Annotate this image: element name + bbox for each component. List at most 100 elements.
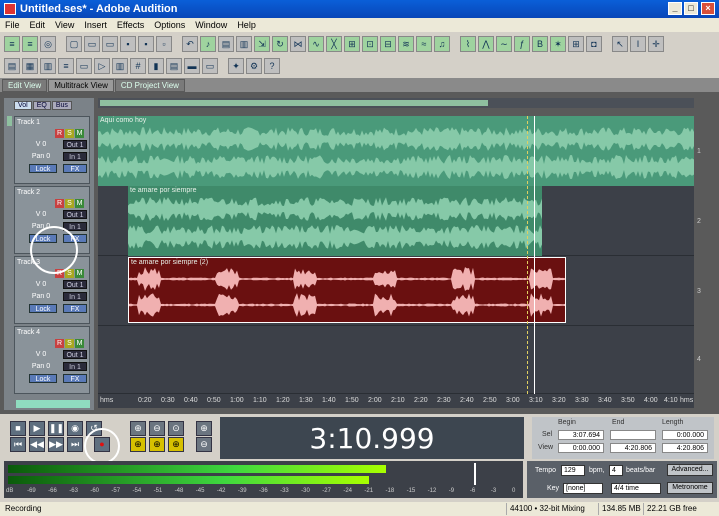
menu-edit[interactable]: Edit (25, 20, 51, 30)
effects-icon[interactable]: ✦ (228, 58, 244, 74)
play-list-icon[interactable]: ▷ (94, 58, 110, 74)
group-icon[interactable]: ⊟ (380, 36, 396, 52)
fx-button[interactable]: FX (63, 304, 87, 313)
pause-button[interactable]: ❚❚ (48, 421, 64, 436)
playhead[interactable] (534, 116, 535, 394)
volume-control[interactable]: V 0 (29, 350, 53, 359)
track-scroll-indicator[interactable] (16, 400, 90, 408)
output-select[interactable]: Out 1 (63, 140, 87, 149)
reverb-icon[interactable]: ≈ (416, 36, 432, 52)
open-folder-icon[interactable]: ▭ (84, 36, 100, 52)
track-header-4[interactable]: Track 4 RSM V 0 Out 1 Pan 0 In 1 Lock FX (14, 326, 90, 394)
help-icon[interactable]: ? (264, 58, 280, 74)
fx-button[interactable]: FX (63, 374, 87, 383)
pitch-icon[interactable]: ♫ (434, 36, 450, 52)
pan-control[interactable]: Pan 0 (29, 362, 53, 371)
grid-icon[interactable]: ⊞ (568, 36, 584, 52)
menu-options[interactable]: Options (149, 20, 190, 30)
zoom-out-horizontal-icon[interactable]: ⊖ (149, 421, 165, 436)
sel-begin-field[interactable]: 3:07.694 (558, 430, 604, 440)
save-all-icon[interactable]: ▪ (138, 36, 154, 52)
save-icon[interactable]: ▪ (120, 36, 136, 52)
minimize-button[interactable]: _ (668, 2, 682, 15)
track-lane-4[interactable] (98, 326, 694, 394)
mute-button[interactable]: M (75, 269, 84, 278)
beats-input[interactable]: 4 (609, 465, 623, 476)
time-ruler[interactable]: hms 0:20 0:30 0:40 0:50 1:00 1:10 1:20 1… (98, 394, 694, 408)
play-button[interactable]: ▶ (29, 421, 45, 436)
crossfade-icon[interactable]: ╳ (326, 36, 342, 52)
audio-clip-1[interactable]: Aqui como hoy (98, 116, 694, 186)
effects-rack-icon[interactable]: ⊞ (344, 36, 360, 52)
time-signature-select[interactable]: 4/4 time (611, 483, 661, 494)
volume-control[interactable]: V 0 (29, 280, 53, 289)
zoom-full-icon[interactable]: ⊙ (168, 421, 184, 436)
menu-insert[interactable]: Insert (79, 20, 112, 30)
move-tool-icon[interactable]: ✛ (648, 36, 664, 52)
zoom-right-icon[interactable]: ⊕ (149, 437, 165, 452)
menu-window[interactable]: Window (190, 20, 232, 30)
lock-button[interactable]: Lock (29, 304, 57, 313)
envelope-icon[interactable]: ∿ (308, 36, 324, 52)
calendar-icon[interactable]: ▦ (22, 58, 38, 74)
zoom-left-icon[interactable]: ⊕ (130, 437, 146, 452)
mute-button[interactable]: M (75, 129, 84, 138)
fast-forward-button[interactable]: ▶▶ (48, 437, 64, 452)
audio-clip-3-selected[interactable]: te amare por siempre (2) (128, 257, 566, 323)
play-from-cursor-button[interactable]: ◉ (67, 421, 83, 436)
time-icon[interactable]: ▭ (202, 58, 218, 74)
output-select[interactable]: Out 1 (63, 350, 87, 359)
input-select[interactable]: In 1 (63, 362, 87, 371)
menu-file[interactable]: File (0, 20, 25, 30)
rewind-button[interactable]: ◀◀ (29, 437, 45, 452)
columns-icon[interactable]: ▥ (40, 58, 56, 74)
noise-icon[interactable]: ✶ (550, 36, 566, 52)
tab-cd-project-view[interactable]: CD Project View (114, 79, 185, 92)
filter-icon[interactable]: ⌇ (460, 36, 476, 52)
lock-button[interactable]: Lock (29, 164, 57, 173)
sel-end-field[interactable] (610, 430, 656, 440)
insert-video-icon[interactable]: ▥ (236, 36, 252, 52)
view-length-field[interactable]: 4:20.806 (662, 443, 708, 453)
output-select[interactable]: Out 1 (63, 210, 87, 219)
tempo-input[interactable]: 129 (561, 465, 585, 476)
track-lanes[interactable]: Aqui como hoy te amare por siempre te am… (98, 116, 694, 394)
output-select[interactable]: Out 1 (63, 280, 87, 289)
subtab-vol[interactable]: Vol (14, 101, 32, 110)
loop-icon[interactable]: ↻ (272, 36, 288, 52)
subtab-bus[interactable]: Bus (51, 101, 72, 110)
menu-view[interactable]: View (50, 20, 79, 30)
undo-icon[interactable]: ↶ (182, 36, 198, 52)
track-selector[interactable] (7, 116, 12, 126)
hybrid-tool-icon[interactable]: ↖ (612, 36, 628, 52)
lock-time-icon[interactable]: ⊡ (362, 36, 378, 52)
menu-help[interactable]: Help (232, 20, 261, 30)
sel-length-field[interactable]: 0:00.000 (662, 430, 708, 440)
split-icon[interactable]: ⋈ (290, 36, 306, 52)
pan-control[interactable]: Pan 0 (29, 292, 53, 301)
wave-icon[interactable]: ∼ (496, 36, 512, 52)
pan-control[interactable]: Pan 0 (29, 152, 53, 161)
input-select[interactable]: In 1 (63, 152, 87, 161)
track-header-1[interactable]: Track 1 RSM V 0 Out 1 Pan 0 In 1 Lock FX (14, 116, 90, 184)
track-view-icon[interactable]: ▤ (4, 58, 20, 74)
view-end-field[interactable]: 4:20.806 (610, 443, 656, 453)
echo-icon[interactable]: ≋ (398, 36, 414, 52)
record-setup-icon[interactable]: ◘ (586, 36, 602, 52)
overview-scroll-thumb[interactable] (100, 100, 488, 106)
open-append-icon[interactable]: ▭ (102, 36, 118, 52)
go-to-start-button[interactable]: ⏮ (10, 437, 26, 452)
zoom-selection-icon[interactable]: ⊕ (168, 437, 184, 452)
volume-control[interactable]: V 0 (29, 210, 53, 219)
zoom-in-horizontal-icon[interactable]: ⊕ (130, 421, 146, 436)
new-file-icon[interactable]: ▢ (66, 36, 82, 52)
zoom-in-vertical-icon[interactable]: ⊕ (196, 421, 212, 436)
stop-button[interactable]: ■ (10, 421, 26, 436)
zoom-out-vertical-icon[interactable]: ⊖ (196, 437, 212, 452)
tab-multitrack-view[interactable]: Multitrack View (48, 79, 114, 92)
view-begin-field[interactable]: 0:00.000 (558, 443, 604, 453)
bass-icon[interactable]: B (532, 36, 548, 52)
edit-view-icon[interactable]: ≡ (4, 36, 20, 52)
insert-midi-icon[interactable]: ▤ (218, 36, 234, 52)
list-icon[interactable]: ≡ (58, 58, 74, 74)
